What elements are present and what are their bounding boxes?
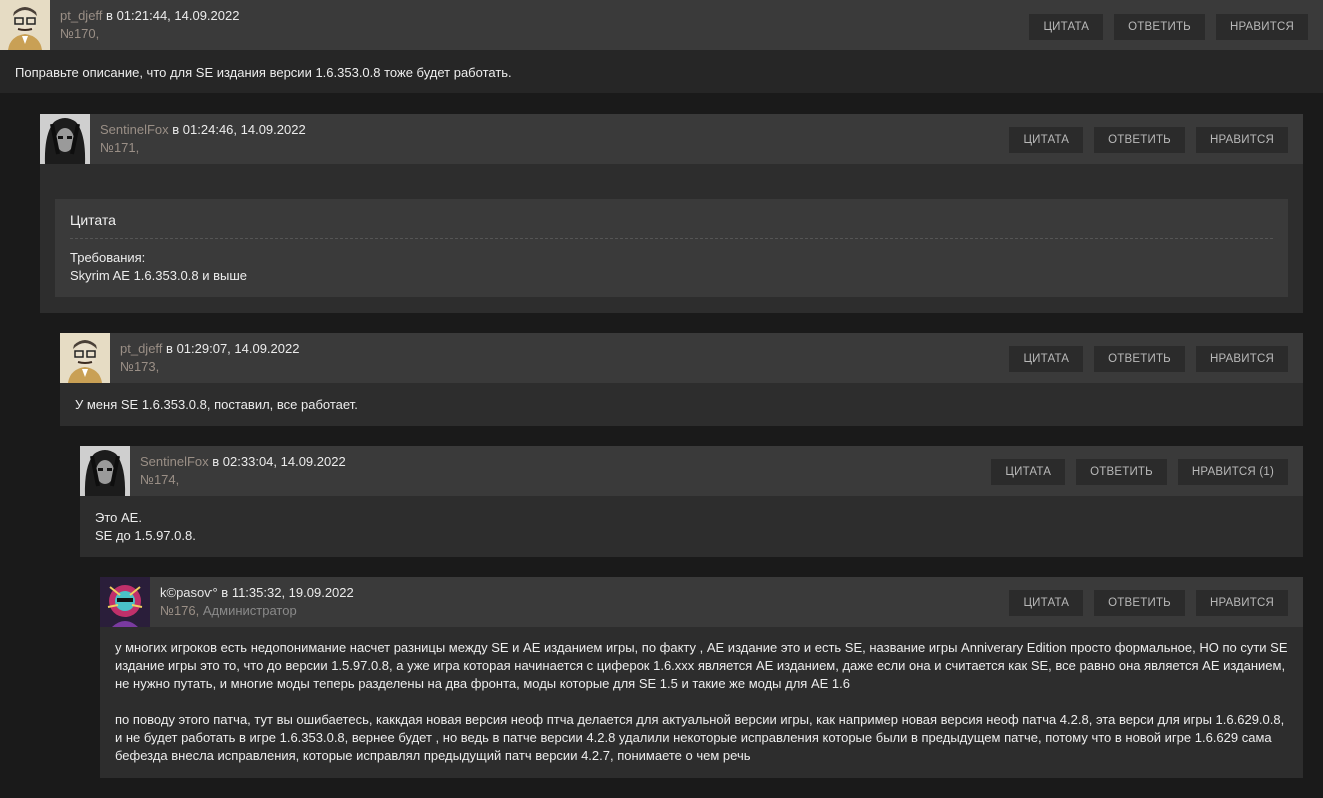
- like-button[interactable]: НРАВИТСЯ: [1195, 346, 1288, 372]
- comment-header: SentinelFox в 02:33:04, 14.09.2022 №174,…: [80, 446, 1303, 496]
- avatar[interactable]: [100, 577, 150, 627]
- comment-header: k©pasoѵ° в 11:35:32, 19.09.2022 №176, Ад…: [100, 577, 1303, 627]
- comment-header: pt_djeff в 01:29:07, 14.09.2022 №173, ЦИ…: [60, 333, 1303, 383]
- comment-date: в 01:29:07, 14.09.2022: [166, 341, 300, 356]
- comment-body: Поправьте описание, что для SE издания в…: [0, 50, 1323, 93]
- like-button[interactable]: НРАВИТСЯ: [1215, 14, 1308, 40]
- comment-actions: ЦИТАТА ОТВЕТИТЬ НРАВИТСЯ: [1009, 127, 1288, 153]
- quote-button[interactable]: ЦИТАТА: [1009, 346, 1084, 372]
- like-button[interactable]: НРАВИТСЯ: [1195, 127, 1288, 153]
- quote-button[interactable]: ЦИТАТА: [991, 459, 1066, 485]
- comment-actions: ЦИТАТА ОТВЕТИТЬ НРАВИТСЯ: [1009, 346, 1288, 372]
- quote-button[interactable]: ЦИТАТА: [1029, 14, 1104, 40]
- like-button[interactable]: НРАВИТСЯ (1): [1177, 459, 1288, 485]
- comment-body: У меня SE 1.6.353.0.8, поставил, все раб…: [60, 383, 1303, 426]
- comment-actions: ЦИТАТА ОТВЕТИТЬ НРАВИТСЯ: [1029, 14, 1308, 40]
- quote-text: Требования: Skyrim AE 1.6.353.0.8 и выше: [70, 239, 1273, 285]
- comment-171: SentinelFox в 01:24:46, 14.09.2022 №171,…: [40, 114, 1303, 313]
- comment-body: Цитата Требования: Skyrim AE 1.6.353.0.8…: [40, 164, 1303, 313]
- comment-number[interactable]: №176: [160, 603, 196, 618]
- comment-meta: SentinelFox в 01:24:46, 14.09.2022 №171,: [100, 122, 306, 155]
- comment-text: У меня SE 1.6.353.0.8, поставил, все раб…: [75, 397, 358, 412]
- comment-text: SE до 1.5.97.0.8.: [95, 528, 196, 543]
- comment-actions: ЦИТАТА ОТВЕТИТЬ НРАВИТСЯ: [1009, 590, 1288, 616]
- comment-meta: SentinelFox в 02:33:04, 14.09.2022 №174,: [140, 454, 346, 487]
- comment-meta: pt_djeff в 01:29:07, 14.09.2022 №173,: [120, 341, 300, 374]
- quote-button[interactable]: ЦИТАТА: [1009, 590, 1084, 616]
- comment-meta: pt_djeff в 01:21:44, 14.09.2022 №170,: [60, 8, 240, 41]
- comment-date: в 01:21:44, 14.09.2022: [106, 8, 240, 23]
- quote-line: Требования:: [70, 250, 146, 265]
- comment-173: pt_djeff в 01:29:07, 14.09.2022 №173, ЦИ…: [60, 333, 1303, 426]
- comment-header: SentinelFox в 01:24:46, 14.09.2022 №171,…: [40, 114, 1303, 164]
- username[interactable]: pt_djeff: [120, 341, 162, 356]
- comment-date: в 01:24:46, 14.09.2022: [172, 122, 306, 137]
- reply-button[interactable]: ОТВЕТИТЬ: [1114, 14, 1205, 40]
- comment-number[interactable]: №174: [140, 472, 176, 487]
- quote-block: Цитата Требования: Skyrim AE 1.6.353.0.8…: [55, 199, 1288, 297]
- comment-text: Это AE.: [95, 510, 142, 525]
- quote-line: Skyrim AE 1.6.353.0.8 и выше: [70, 268, 248, 283]
- comment-actions: ЦИТАТА ОТВЕТИТЬ НРАВИТСЯ (1): [991, 459, 1288, 485]
- avatar[interactable]: [0, 0, 50, 50]
- comment-meta: k©pasoѵ° в 11:35:32, 19.09.2022 №176, Ад…: [160, 585, 354, 618]
- reply-button[interactable]: ОТВЕТИТЬ: [1094, 127, 1185, 153]
- quote-title: Цитата: [70, 211, 1273, 239]
- comment-number[interactable]: №170: [60, 26, 96, 41]
- comment-date: в 11:35:32, 19.09.2022: [221, 585, 354, 600]
- reply-button[interactable]: ОТВЕТИТЬ: [1094, 346, 1185, 372]
- comment-text: Поправьте описание, что для SE издания в…: [15, 65, 512, 80]
- user-role: Администратор: [202, 603, 297, 618]
- comment-170: pt_djeff в 01:21:44, 14.09.2022 №170, ЦИ…: [0, 0, 1323, 93]
- comment-174: SentinelFox в 02:33:04, 14.09.2022 №174,…: [80, 446, 1303, 557]
- comment-number[interactable]: №173: [120, 359, 156, 374]
- avatar[interactable]: [80, 446, 130, 496]
- username[interactable]: pt_djeff: [60, 8, 102, 23]
- username[interactable]: SentinelFox: [140, 454, 209, 469]
- comment-body: у многих игроков есть недопонимание насч…: [100, 627, 1303, 778]
- reply-button[interactable]: ОТВЕТИТЬ: [1094, 590, 1185, 616]
- username[interactable]: k©pasoѵ°: [160, 585, 218, 600]
- avatar[interactable]: [60, 333, 110, 383]
- like-button[interactable]: НРАВИТСЯ: [1195, 590, 1288, 616]
- comment-body: Это AE. SE до 1.5.97.0.8.: [80, 496, 1303, 557]
- username[interactable]: SentinelFox: [100, 122, 169, 137]
- comment-176: k©pasoѵ° в 11:35:32, 19.09.2022 №176, Ад…: [100, 577, 1303, 778]
- comment-paragraph: по поводу этого патча, тут вы ошибаетесь…: [115, 712, 1285, 763]
- comment-number[interactable]: №171: [100, 140, 136, 155]
- quote-button[interactable]: ЦИТАТА: [1009, 127, 1084, 153]
- comment-paragraph: у многих игроков есть недопонимание насч…: [115, 640, 1288, 691]
- comment-date: в 02:33:04, 14.09.2022: [212, 454, 346, 469]
- avatar[interactable]: [40, 114, 90, 164]
- comment-header: pt_djeff в 01:21:44, 14.09.2022 №170, ЦИ…: [0, 0, 1323, 50]
- reply-button[interactable]: ОТВЕТИТЬ: [1076, 459, 1167, 485]
